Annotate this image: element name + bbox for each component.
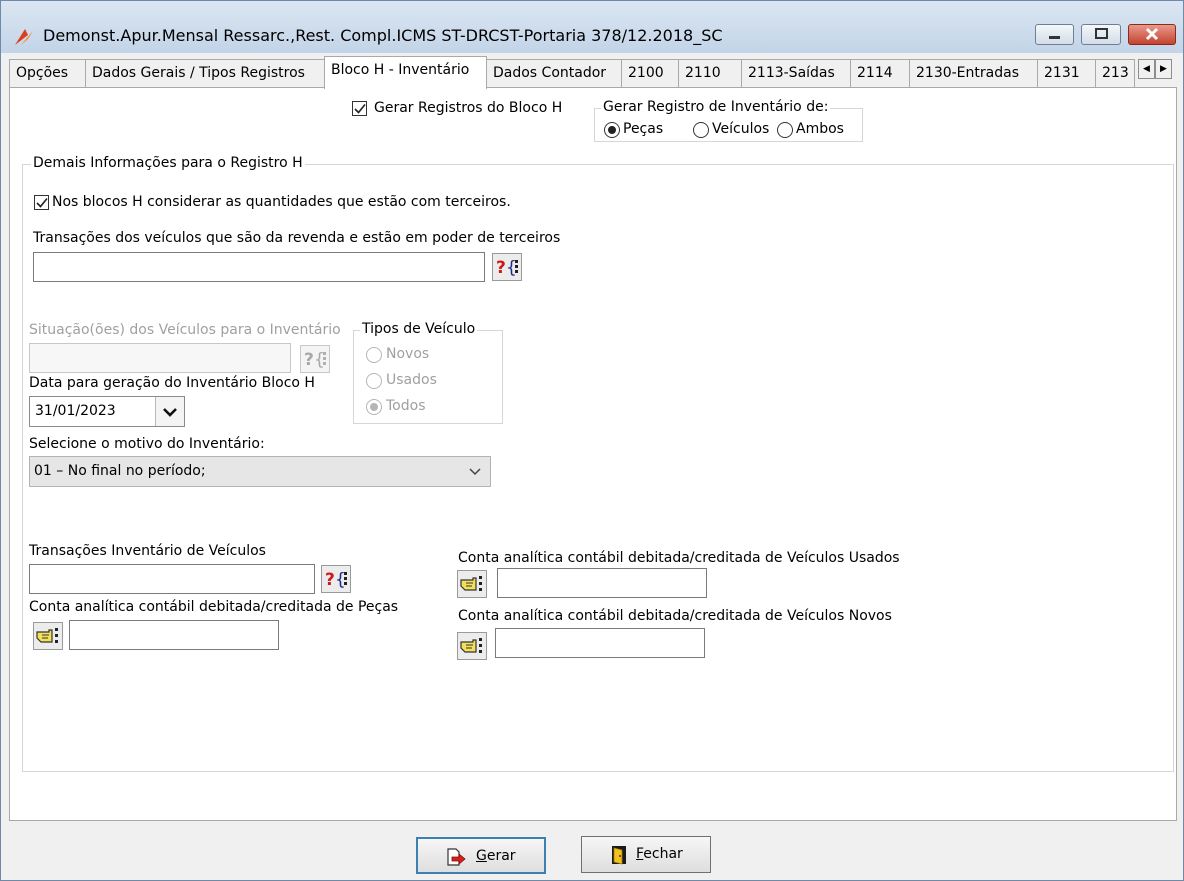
radio-ambos-label: Ambos <box>796 121 844 137</box>
transacoes-revenda-label: Transações dos veículos que são da reven… <box>33 230 561 246</box>
conta-pecas-label: Conta analítica contábil debitada/credit… <box>29 599 399 615</box>
conta-pecas-input[interactable] <box>69 620 279 650</box>
terceiros-checkbox[interactable] <box>34 195 49 210</box>
hand-pointer-icon <box>460 576 482 591</box>
app-logo-icon <box>15 29 33 45</box>
title-bar: Demonst.Apur.Mensal Ressarc.,Rest. Compl… <box>1 1 1183 53</box>
radio-usados-label: Usados <box>386 372 437 388</box>
tab-panel-bloco-h: Gerar Registros do Bloco H Gerar Registr… <box>9 87 1177 821</box>
motivo-inventario-select[interactable]: 01 – No final no período; <box>29 456 491 487</box>
close-icon <box>1145 27 1159 41</box>
date-dropdown-button[interactable] <box>155 397 184 426</box>
conta-novos-lookup-button[interactable] <box>457 632 487 660</box>
gerar-button-label: Gerar <box>476 848 516 864</box>
data-inventario-label: Data para geração do Inventário Bloco H <box>29 375 315 391</box>
terceiros-label: Nos blocos H considerar as quantidades q… <box>52 194 511 210</box>
situacoes-search-button[interactable]: ? { <box>300 345 330 373</box>
radio-ambos[interactable] <box>777 122 793 138</box>
chevron-down-icon <box>163 408 177 417</box>
data-inventario-value: 31/01/2023 <box>35 403 116 419</box>
tab-dados-contador[interactable]: Dados Contador <box>486 59 622 87</box>
transacoes-revenda-input[interactable] <box>33 252 485 282</box>
gerar-button[interactable]: Gerar <box>416 837 546 874</box>
tab-213[interactable]: 213 <box>1095 59 1135 87</box>
minimize-icon <box>1049 36 1060 39</box>
conta-novos-label: Conta analítica contábil debitada/credit… <box>458 608 892 624</box>
fechar-button[interactable]: Fechar <box>581 836 711 873</box>
radio-novos-label: Novos <box>386 346 430 362</box>
conta-usados-lookup-button[interactable] <box>457 570 487 598</box>
situacoes-input[interactable] <box>29 343 291 373</box>
radio-pecas[interactable] <box>604 122 620 138</box>
radio-pecas-label: Peças <box>623 121 664 137</box>
hand-pointer-icon <box>36 628 58 643</box>
checkmark-icon <box>354 103 366 114</box>
radio-veiculos[interactable] <box>693 122 709 138</box>
close-button[interactable] <box>1128 24 1176 45</box>
arrow-left-icon: ◀ <box>1143 64 1150 74</box>
fechar-button-label: Fechar <box>636 846 683 862</box>
search-help-icon: ? { <box>496 258 518 278</box>
tab-2100[interactable]: 2100 <box>621 59 679 87</box>
chevron-down-icon <box>469 468 481 476</box>
svg-text:?: ? <box>304 350 314 370</box>
tipos-veiculo-legend: Tipos de Veículo <box>360 321 478 337</box>
tab-opcoes[interactable]: Opções <box>9 59 86 87</box>
transacoes-inventario-input[interactable] <box>29 564 315 594</box>
transacoes-inventario-search-button[interactable]: ? { <box>321 565 351 593</box>
inventario-de-legend: Gerar Registro de Inventário de: <box>601 99 831 115</box>
tab-scroll-left-button[interactable]: ◀ <box>1138 59 1155 79</box>
motivo-inventario-value: 01 – No final no período; <box>34 463 206 479</box>
exit-door-icon <box>612 846 626 865</box>
tab-bloco-h[interactable]: Bloco H - Inventário <box>324 56 487 89</box>
gerar-bloco-h-label: Gerar Registros do Bloco H <box>374 100 563 116</box>
radio-usados[interactable] <box>366 373 382 389</box>
search-help-icon: ? { <box>325 570 347 590</box>
data-inventario-picker[interactable]: 31/01/2023 <box>29 396 185 427</box>
tab-strip: Opções Dados Gerais / Tipos Registros Bl… <box>9 56 1177 89</box>
tab-2114[interactable]: 2114 <box>850 59 910 87</box>
window-title: Demonst.Apur.Mensal Ressarc.,Rest. Compl… <box>43 26 723 45</box>
maximize-button[interactable] <box>1081 24 1121 45</box>
tab-2110[interactable]: 2110 <box>678 59 742 87</box>
radio-todos-label: Todos <box>386 398 426 414</box>
situacoes-label: Situação(ões) dos Veículos para o Invent… <box>29 322 341 338</box>
svg-text:?: ? <box>325 570 335 590</box>
tab-dados-gerais[interactable]: Dados Gerais / Tipos Registros <box>85 59 325 87</box>
tab-2130-entradas[interactable]: 2130-Entradas <box>909 59 1038 87</box>
gerar-bloco-h-checkbox[interactable] <box>352 101 367 116</box>
hand-pointer-icon <box>460 638 482 653</box>
tab-scroll-right-button[interactable]: ▶ <box>1155 59 1172 79</box>
conta-novos-input[interactable] <box>495 628 705 658</box>
tab-2131[interactable]: 2131 <box>1037 59 1096 87</box>
arrow-right-icon: ▶ <box>1160 64 1167 74</box>
search-help-icon: ? { <box>304 350 326 370</box>
checkmark-icon <box>36 197 48 208</box>
radio-todos[interactable] <box>366 399 382 415</box>
main-window: Demonst.Apur.Mensal Ressarc.,Rest. Compl… <box>0 0 1184 881</box>
radio-novos[interactable] <box>366 347 382 363</box>
demais-informacoes-legend: Demais Informações para o Registro H <box>31 155 305 171</box>
minimize-button[interactable] <box>1035 24 1074 45</box>
generate-document-icon <box>447 848 466 866</box>
conta-usados-input[interactable] <box>497 568 707 598</box>
transacoes-inventario-label: Transações Inventário de Veículos <box>29 543 266 559</box>
tab-2113-saidas[interactable]: 2113-Saídas <box>741 59 851 87</box>
transacoes-revenda-search-button[interactable]: ? { <box>492 253 522 281</box>
svg-text:?: ? <box>496 258 506 278</box>
maximize-icon <box>1095 28 1108 39</box>
radio-veiculos-label: Veículos <box>712 121 770 137</box>
motivo-inventario-label: Selecione o motivo do Inventário: <box>29 436 265 452</box>
conta-pecas-lookup-button[interactable] <box>33 622 63 650</box>
conta-usados-label: Conta analítica contábil debitada/credit… <box>458 550 900 566</box>
